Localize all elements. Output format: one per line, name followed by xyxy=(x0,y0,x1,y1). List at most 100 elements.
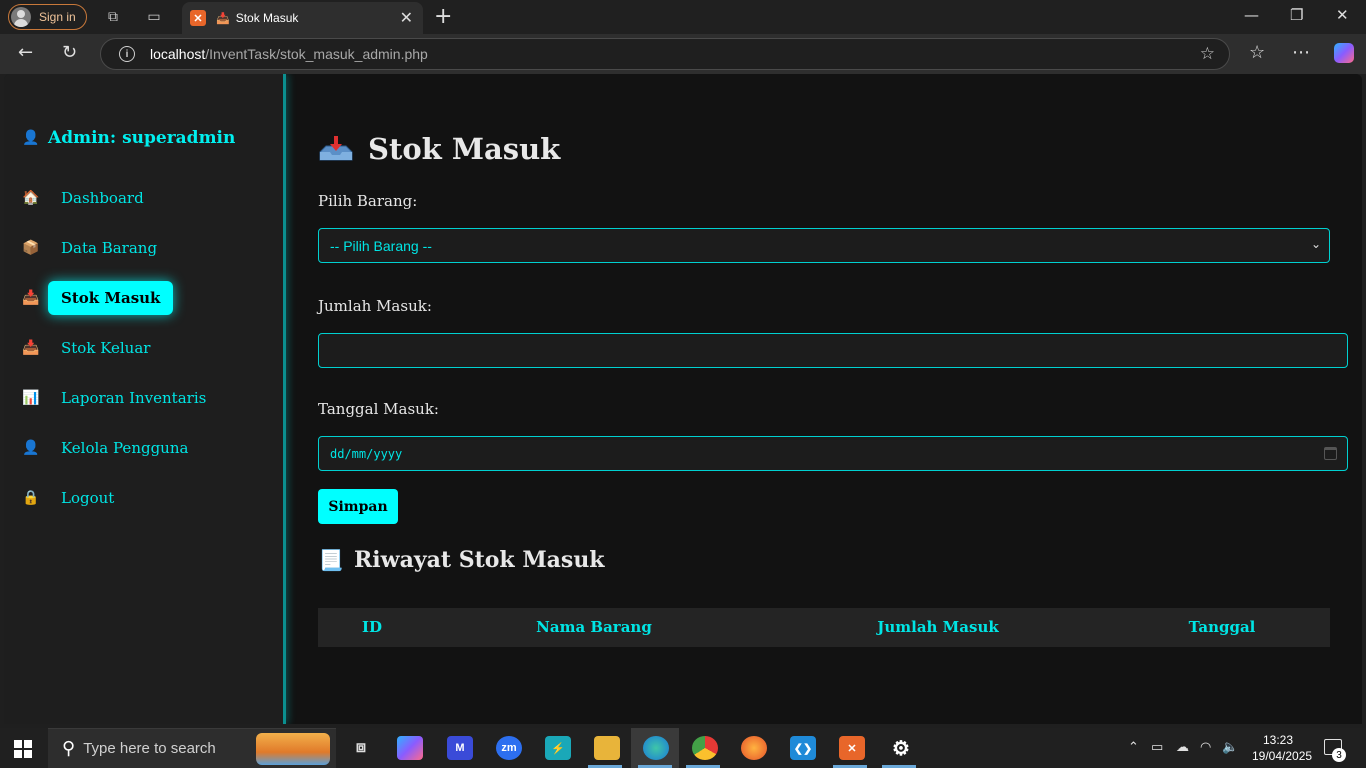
xampp-favicon-icon: ✕ xyxy=(190,10,206,26)
chrome-browser-icon[interactable] xyxy=(692,736,718,760)
history-title: 📃 Riwayat Stok Masuk xyxy=(318,547,605,573)
wifi-icon[interactable]: ◠ xyxy=(1200,740,1211,755)
history-table-header: ID Nama Barang Jumlah Masuk Tanggal xyxy=(318,608,1330,647)
sign-in-label: Sign in xyxy=(39,10,76,24)
xampp-app-icon[interactable]: ✕ xyxy=(839,736,865,760)
jumlah-input[interactable] xyxy=(318,333,1348,368)
admin-heading: 👤 Admin: superadmin xyxy=(22,128,235,148)
chevron-down-icon: ⌄ xyxy=(1310,237,1321,251)
simpan-button[interactable]: Simpan xyxy=(318,489,398,524)
url-host: localhost xyxy=(150,46,206,62)
more-menu-icon[interactable]: ⋯ xyxy=(1292,42,1310,63)
web-page: 👤 Admin: superadmin 🏠 Dashboard 📦 Data B… xyxy=(4,74,1362,724)
sidebar-item-kelola-pengguna[interactable]: 👤 Kelola Pengguna xyxy=(22,431,201,465)
task-view-icon[interactable]: ⧈ xyxy=(348,736,374,760)
address-bar[interactable]: i localhost /InventTask/stok_masuk_admin… xyxy=(100,38,1230,70)
restore-icon[interactable]: ❐ xyxy=(1290,6,1303,24)
back-arrow-icon[interactable]: ← xyxy=(18,42,33,63)
tab-actions-icon[interactable]: ▭ xyxy=(145,8,163,26)
new-tab-icon[interactable]: + xyxy=(434,4,452,29)
calendar-icon[interactable] xyxy=(1324,447,1337,460)
close-window-icon[interactable]: ✕ xyxy=(1336,6,1349,24)
bolt-app-icon[interactable]: ⚡ xyxy=(545,736,571,760)
sidebar-item-label: Stok Masuk xyxy=(48,281,174,315)
search-highlight-image xyxy=(256,733,330,765)
copilot-app-icon[interactable] xyxy=(397,736,423,760)
search-icon: ⚲ xyxy=(62,738,76,758)
tray-chevron-up-icon[interactable]: ⌃ xyxy=(1128,740,1139,755)
jumlah-label: Jumlah Masuk: xyxy=(318,297,432,315)
vs-app-icon[interactable]: M xyxy=(447,736,473,760)
tanggal-label: Tanggal Masuk: xyxy=(318,400,439,418)
close-tab-icon[interactable]: ✕ xyxy=(400,8,413,28)
box-icon: 📦 xyxy=(22,240,40,256)
lock-icon: 🔒 xyxy=(22,490,40,506)
edge-browser-icon[interactable] xyxy=(643,736,669,760)
sidebar-item-label: Kelola Pengguna xyxy=(61,439,189,457)
battery-icon[interactable]: ▭ xyxy=(1151,740,1163,755)
sidebar-item-label: Data Barang xyxy=(61,239,158,257)
browser-tab-active[interactable]: ✕ 📥 Stok Masuk ✕ xyxy=(182,2,423,34)
barang-label: Pilih Barang: xyxy=(318,192,418,210)
sidebar-item-label: Stok Keluar xyxy=(61,339,151,357)
taskbar-clock[interactable]: 13:23 19/04/2025 xyxy=(1252,732,1313,764)
user-icon: 👤 xyxy=(22,130,40,146)
sidebar-item-stok-keluar[interactable]: 📥 Stok Keluar xyxy=(22,331,163,365)
browser-toolbar: ← ↻ i localhost /InventTask/stok_masuk_a… xyxy=(0,34,1366,74)
windows-start-icon[interactable] xyxy=(14,740,32,758)
search-placeholder: Type here to search xyxy=(83,740,216,757)
page-title-text: Stok Masuk xyxy=(368,132,561,166)
tanggal-date-input[interactable]: dd/mm/yyyy xyxy=(318,436,1348,471)
inbox-tray-icon: 📥 xyxy=(22,340,40,356)
site-info-icon[interactable]: i xyxy=(119,46,135,62)
sidebar-item-dashboard[interactable]: 🏠 Dashboard xyxy=(22,181,157,215)
page-icon: 📃 xyxy=(318,548,344,572)
clock-date: 19/04/2025 xyxy=(1252,749,1313,763)
windows-taskbar: ⚲ Type here to search ⧈ M zm ⚡ ❮❯ ✕ ⚙ ⌃ … xyxy=(0,728,1366,768)
cloud-icon[interactable]: ☁ xyxy=(1176,740,1189,755)
zoom-app-icon[interactable]: zm xyxy=(496,736,522,760)
tab-title: Stok Masuk xyxy=(235,11,299,25)
history-title-text: Riwayat Stok Masuk xyxy=(354,547,605,573)
workspaces-icon[interactable]: ⧉ xyxy=(104,8,122,26)
url-path: /InventTask/stok_masuk_admin.php xyxy=(205,46,428,62)
house-icon: 🏠 xyxy=(22,190,40,206)
tanggal-placeholder: dd/mm/yyyy xyxy=(330,446,403,461)
sidebar-item-laporan-inventaris[interactable]: 📊 Laporan Inventaris xyxy=(22,381,219,415)
taskbar-search[interactable]: ⚲ Type here to search xyxy=(48,728,336,768)
table-header-jumlah-masuk: Jumlah Masuk xyxy=(877,618,999,636)
inbox-tray-icon xyxy=(318,134,354,164)
sidebar-item-stok-masuk[interactable]: 📥 Stok Masuk xyxy=(22,281,174,315)
inbox-tray-icon: 📥 xyxy=(22,290,40,306)
copilot-icon[interactable] xyxy=(1334,43,1354,63)
table-header-tanggal: Tanggal xyxy=(1188,618,1256,636)
vscode-icon[interactable]: ❮❯ xyxy=(790,736,816,760)
notification-badge: 3 xyxy=(1332,748,1346,762)
sign-in-button[interactable]: Sign in xyxy=(8,4,87,30)
barang-select[interactable]: -- Pilih Barang -- ⌄ xyxy=(318,228,1330,263)
sidebar-item-logout[interactable]: 🔒 Logout xyxy=(22,481,127,515)
sidebar-item-label: Dashboard xyxy=(61,189,144,207)
browser-tab-bar: Sign in ⧉ ▭ ✕ 📥 Stok Masuk ✕ + — ❐ ✕ xyxy=(0,0,1366,34)
sidebar-item-label: Logout xyxy=(61,489,115,507)
main-content: Stok Masuk Pilih Barang: -- Pilih Barang… xyxy=(318,74,1358,724)
sidebar-item-data-barang[interactable]: 📦 Data Barang xyxy=(22,231,170,265)
sidebar-item-label: Laporan Inventaris xyxy=(61,389,207,407)
volume-icon[interactable]: 🔈 xyxy=(1222,740,1238,755)
firefox-browser-icon[interactable] xyxy=(741,736,767,760)
inbox-tray-icon: 📥 xyxy=(216,12,230,25)
file-explorer-icon[interactable] xyxy=(594,736,620,760)
barang-selected-value: -- Pilih Barang -- xyxy=(330,237,432,254)
settings-gear-icon[interactable]: ⚙ xyxy=(888,736,914,760)
page-title: Stok Masuk xyxy=(318,132,560,166)
sidebar: 👤 Admin: superadmin 🏠 Dashboard 📦 Data B… xyxy=(4,74,286,724)
user-icon: 👤 xyxy=(22,440,40,456)
profile-avatar-icon xyxy=(11,7,31,27)
table-header-id: ID xyxy=(361,618,383,636)
bar-chart-icon: 📊 xyxy=(22,390,40,406)
admin-label: Admin: superadmin xyxy=(48,128,236,148)
favorite-star-icon[interactable]: ☆ xyxy=(1200,44,1215,64)
refresh-icon[interactable]: ↻ xyxy=(62,42,77,63)
minimize-icon[interactable]: — xyxy=(1244,6,1259,24)
favorites-icon[interactable]: ☆ xyxy=(1249,42,1265,63)
